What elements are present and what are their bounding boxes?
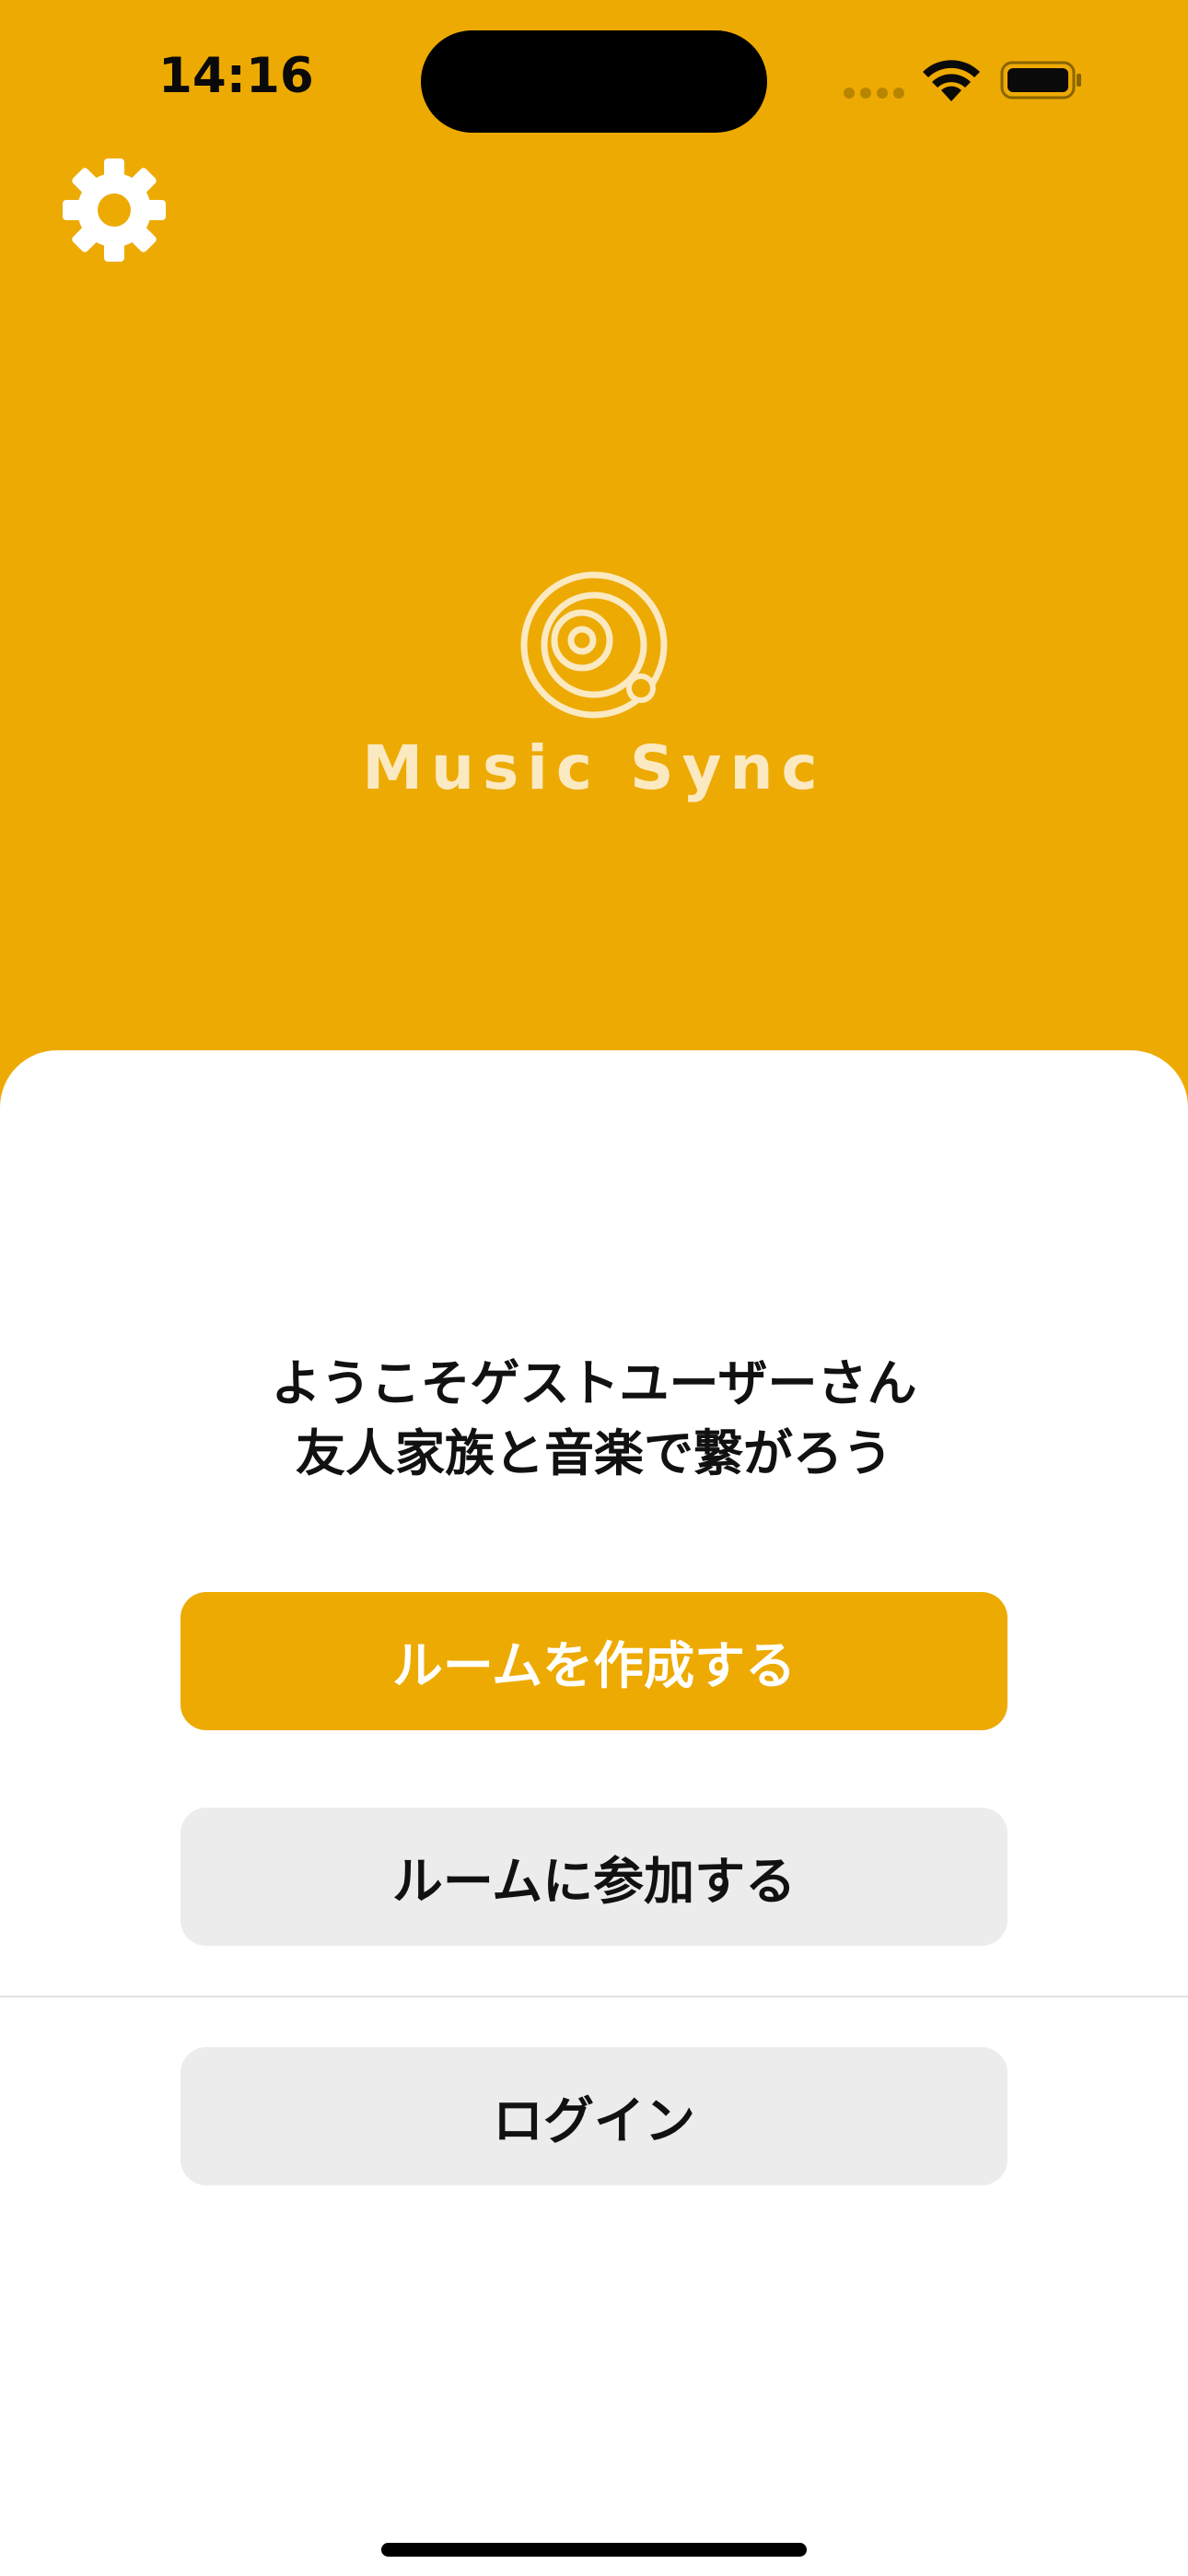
divider <box>0 1996 1188 1997</box>
wifi-icon <box>923 60 980 101</box>
welcome-line-1: ようこそゲストユーザーさん <box>271 1354 917 1412</box>
cellular-signal-icon <box>844 88 904 99</box>
settings-button[interactable] <box>59 155 169 265</box>
app-logo: Music Sync <box>341 567 847 815</box>
create-room-button[interactable]: ルームを作成する <box>181 1592 1007 1730</box>
gear-icon <box>63 158 166 262</box>
join-room-button[interactable]: ルームに参加する <box>181 1808 1007 1946</box>
welcome-message: ようこそゲストユーザーさん 友人家族と音楽で繋がろう <box>0 1349 1188 1489</box>
welcome-line-2: 友人家族と音楽で繋がろう <box>296 1424 892 1482</box>
logo-wordmark: Music Sync <box>362 732 826 803</box>
home-indicator[interactable] <box>381 2543 807 2557</box>
dynamic-island <box>421 30 767 133</box>
status-time: 14:16 <box>158 48 314 104</box>
battery-icon <box>1000 61 1081 100</box>
orbit-music-icon <box>520 571 668 719</box>
status-bar: 14:16 <box>0 0 1188 157</box>
login-button[interactable]: ログイン <box>181 2047 1007 2185</box>
